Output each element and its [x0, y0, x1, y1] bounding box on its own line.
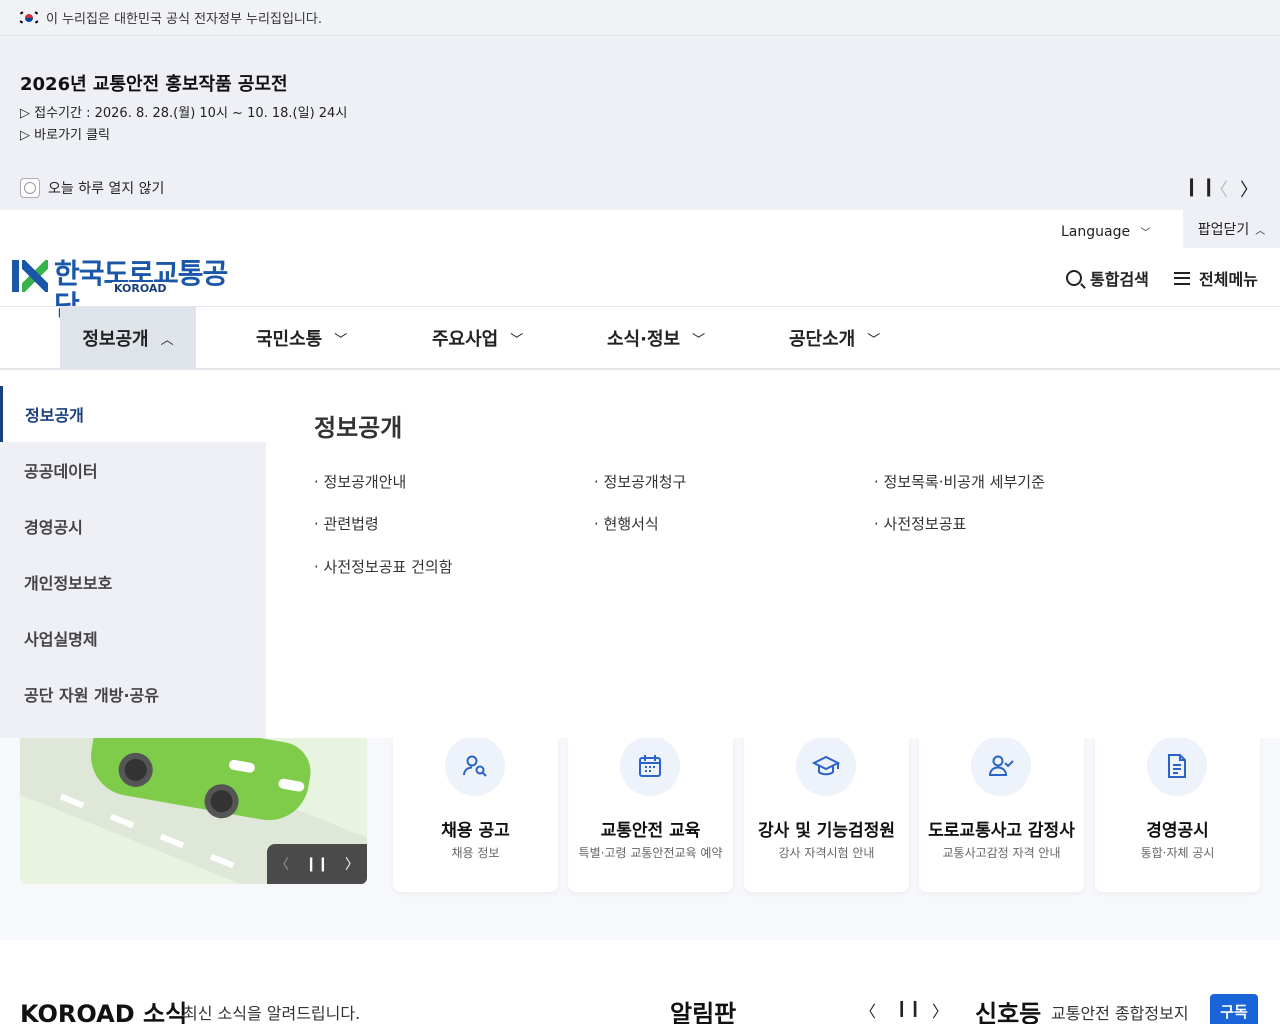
hamburger-icon [1174, 271, 1190, 285]
search-icon [1066, 270, 1082, 286]
side-item-privacy[interactable]: 개인정보보호 [0, 554, 266, 610]
gnb-item-business[interactable]: 주요사업 ﹀ [432, 307, 523, 369]
gnb-label: 정보공개 [82, 329, 149, 350]
dropdown-sidebar: 정보공개 공공데이터 경영공시 개인정보보호 사업실명제 공단 자원 개방·공유 [0, 386, 266, 738]
no-show-today-checkbox[interactable]: 오늘 하루 열지 않기 [20, 178, 164, 198]
quick-card-subtitle: 채용 정보 [451, 846, 500, 860]
document-icon [1147, 736, 1207, 796]
dropdown-link[interactable]: · 정보목록·비공개 세부기준 [874, 471, 1045, 492]
user-search-icon [445, 736, 505, 796]
main-visual-area: 〈 ❙❙ 〉 채용 공고 채용 정보 교통안전 교육 특별·고령 교통안전교육 … [0, 736, 1280, 940]
gnb-label: 주요사업 [432, 329, 499, 350]
board-section-title: 알림판 [670, 1000, 737, 1024]
site-logo[interactable]: 한국도로교통공단 KOROAD [12, 258, 240, 322]
quick-card-disclosure[interactable]: 경영공시 통합·자체 공시 [1095, 736, 1260, 892]
quick-card-title: 강사 및 기능검정원 [758, 821, 895, 841]
popup-prev-button[interactable]: 〈 [1210, 176, 1228, 202]
dropdown-link[interactable]: · 사전정보공표 [874, 513, 966, 534]
dropdown-title: 정보공개 [314, 414, 403, 442]
popup-title[interactable]: 2026년 교통안전 홍보작품 공모전 [20, 70, 288, 96]
popup-link[interactable]: ▷ 바로가기 클릭 [20, 124, 110, 143]
close-popup-label: 팝업닫기 [1197, 222, 1250, 238]
hero-prev-button[interactable]: 〈 [275, 854, 289, 874]
popup-period: ▷ 접수기간 : 2026. 8. 28.(월) 10시 ~ 10. 18.(일… [20, 106, 348, 121]
korea-flag-icon [19, 11, 39, 24]
signal-section-title: 신호등 [975, 1000, 1042, 1024]
bottom-section: KOROAD 소식 최신 소식을 알려드립니다. 알림판 〈 ❙❙ 〉 신호등 … [0, 940, 1280, 1024]
chevron-up-icon: ︿ [160, 332, 174, 348]
all-menu-button[interactable]: 전체메뉴 [1174, 266, 1258, 290]
quick-card-subtitle: 통합·자체 공시 [1140, 846, 1215, 860]
chevron-down-icon: ﹀ [867, 332, 881, 348]
mega-menu-dropdown: 정보공개 공공데이터 경영공시 개인정보보호 사업실명제 공단 자원 개방·공유… [0, 370, 1280, 738]
graduation-cap-icon [796, 736, 856, 796]
quick-card-recruit[interactable]: 채용 공고 채용 정보 [393, 736, 558, 892]
news-section-subtitle: 최신 소식을 알려드립니다. [183, 1004, 361, 1023]
quick-card-accident-appraiser[interactable]: 도로교통사고 감정사 교통사고감정 자격 안내 [919, 736, 1084, 892]
language-label: Language [1061, 224, 1131, 240]
calendar-icon [620, 736, 680, 796]
checkbox-icon[interactable] [20, 178, 40, 198]
dropdown-link[interactable]: · 관련법령 [314, 513, 379, 534]
no-show-today-label: 오늘 하루 열지 않기 [48, 181, 165, 197]
search-label: 통합검색 [1090, 270, 1149, 289]
chevron-down-icon: ﹀ [1140, 228, 1151, 239]
all-menu-label: 전체메뉴 [1199, 270, 1258, 289]
side-item-public-data[interactable]: 공공데이터 [0, 442, 266, 498]
side-item-resource-sharing[interactable]: 공단 자원 개방·공유 [0, 666, 266, 722]
popup-next-button[interactable]: 〉 [1240, 176, 1258, 202]
quick-card-subtitle: 특별·고령 교통안전교육 예약 [578, 846, 723, 860]
side-item-project-real-name[interactable]: 사업실명제 [0, 610, 266, 666]
chevron-down-icon: ﹀ [334, 332, 348, 348]
board-pause-button[interactable]: ❙❙ [895, 998, 922, 1017]
quick-card-title: 교통안전 교육 [600, 821, 701, 841]
signal-section-subtitle: 교통안전 종합정보지 [1051, 1004, 1189, 1023]
quick-card-title: 채용 공고 [441, 821, 510, 841]
side-item-management-disclosure[interactable]: 경영공시 [0, 498, 266, 554]
quick-card-education[interactable]: 교통안전 교육 특별·고령 교통안전교육 예약 [568, 736, 733, 892]
gov-banner: 이 누리집은 대한민국 공식 전자정부 누리집입니다. [0, 0, 1280, 36]
quick-card-title: 도로교통사고 감정사 [928, 821, 1075, 841]
dropdown-link[interactable]: · 현행서식 [594, 513, 659, 534]
side-item-info-disclosure[interactable]: 정보공개 [0, 386, 266, 442]
popup-zone: 2026년 교통안전 홍보작품 공모전 ▷ 접수기간 : 2026. 8. 28… [0, 36, 1280, 210]
quick-card-subtitle: 교통사고감정 자격 안내 [942, 846, 1061, 860]
gnb-item-news[interactable]: 소식·정보 ﹀ [607, 307, 705, 369]
dropdown-link[interactable]: · 사전정보공표 건의함 [314, 556, 453, 577]
chevron-down-icon: ﹀ [510, 332, 524, 348]
quick-card-instructor[interactable]: 강사 및 기능검정원 강사 자격시험 안내 [744, 736, 909, 892]
chevron-up-icon: ︿ [1255, 225, 1266, 237]
gnb-label: 국민소통 [256, 329, 323, 350]
hero-pause-button[interactable]: ❙❙ [305, 856, 328, 872]
board-prev-button[interactable]: 〈 [860, 998, 876, 1022]
main-navigation: 정보공개 ︿ 국민소통 ﹀ 주요사업 ﹀ 소식·정보 ﹀ 공단소개 ﹀ [0, 306, 1280, 370]
gnb-item-info-disclosure[interactable]: 정보공개 ︿ [60, 307, 196, 369]
language-select[interactable]: Language ﹀ [1061, 224, 1151, 240]
news-section-title: KOROAD 소식 [20, 1000, 188, 1024]
gnb-item-about[interactable]: 공단소개 ﹀ [789, 307, 880, 369]
quick-card-subtitle: 강사 자격시험 안내 [778, 846, 875, 860]
board-next-button[interactable]: 〉 [932, 998, 948, 1022]
gnb-label: 소식·정보 [607, 329, 681, 350]
gnb-label: 공단소개 [789, 329, 856, 350]
dropdown-link[interactable]: · 정보공개안내 [314, 471, 406, 492]
koroad-logo-icon [12, 258, 48, 294]
gov-banner-text: 이 누리집은 대한민국 공식 전자정부 누리집입니다. [46, 12, 322, 27]
close-popup-button[interactable]: 팝업닫기 ︿ [1183, 210, 1280, 248]
subscribe-button[interactable]: 구독 [1210, 994, 1258, 1024]
search-button[interactable]: 통합검색 [1066, 266, 1149, 290]
dropdown-link[interactable]: · 정보공개청구 [594, 471, 686, 492]
chevron-down-icon: ﹀ [692, 332, 706, 348]
logo-english-text: KOROAD [112, 282, 169, 295]
gnb-item-communication[interactable]: 국민소통 ﹀ [256, 307, 347, 369]
hero-slider-controls: 〈 ❙❙ 〉 [267, 844, 367, 884]
hero-next-button[interactable]: 〉 [345, 854, 359, 874]
quick-card-title: 경영공시 [1146, 821, 1209, 841]
user-check-icon [971, 736, 1031, 796]
